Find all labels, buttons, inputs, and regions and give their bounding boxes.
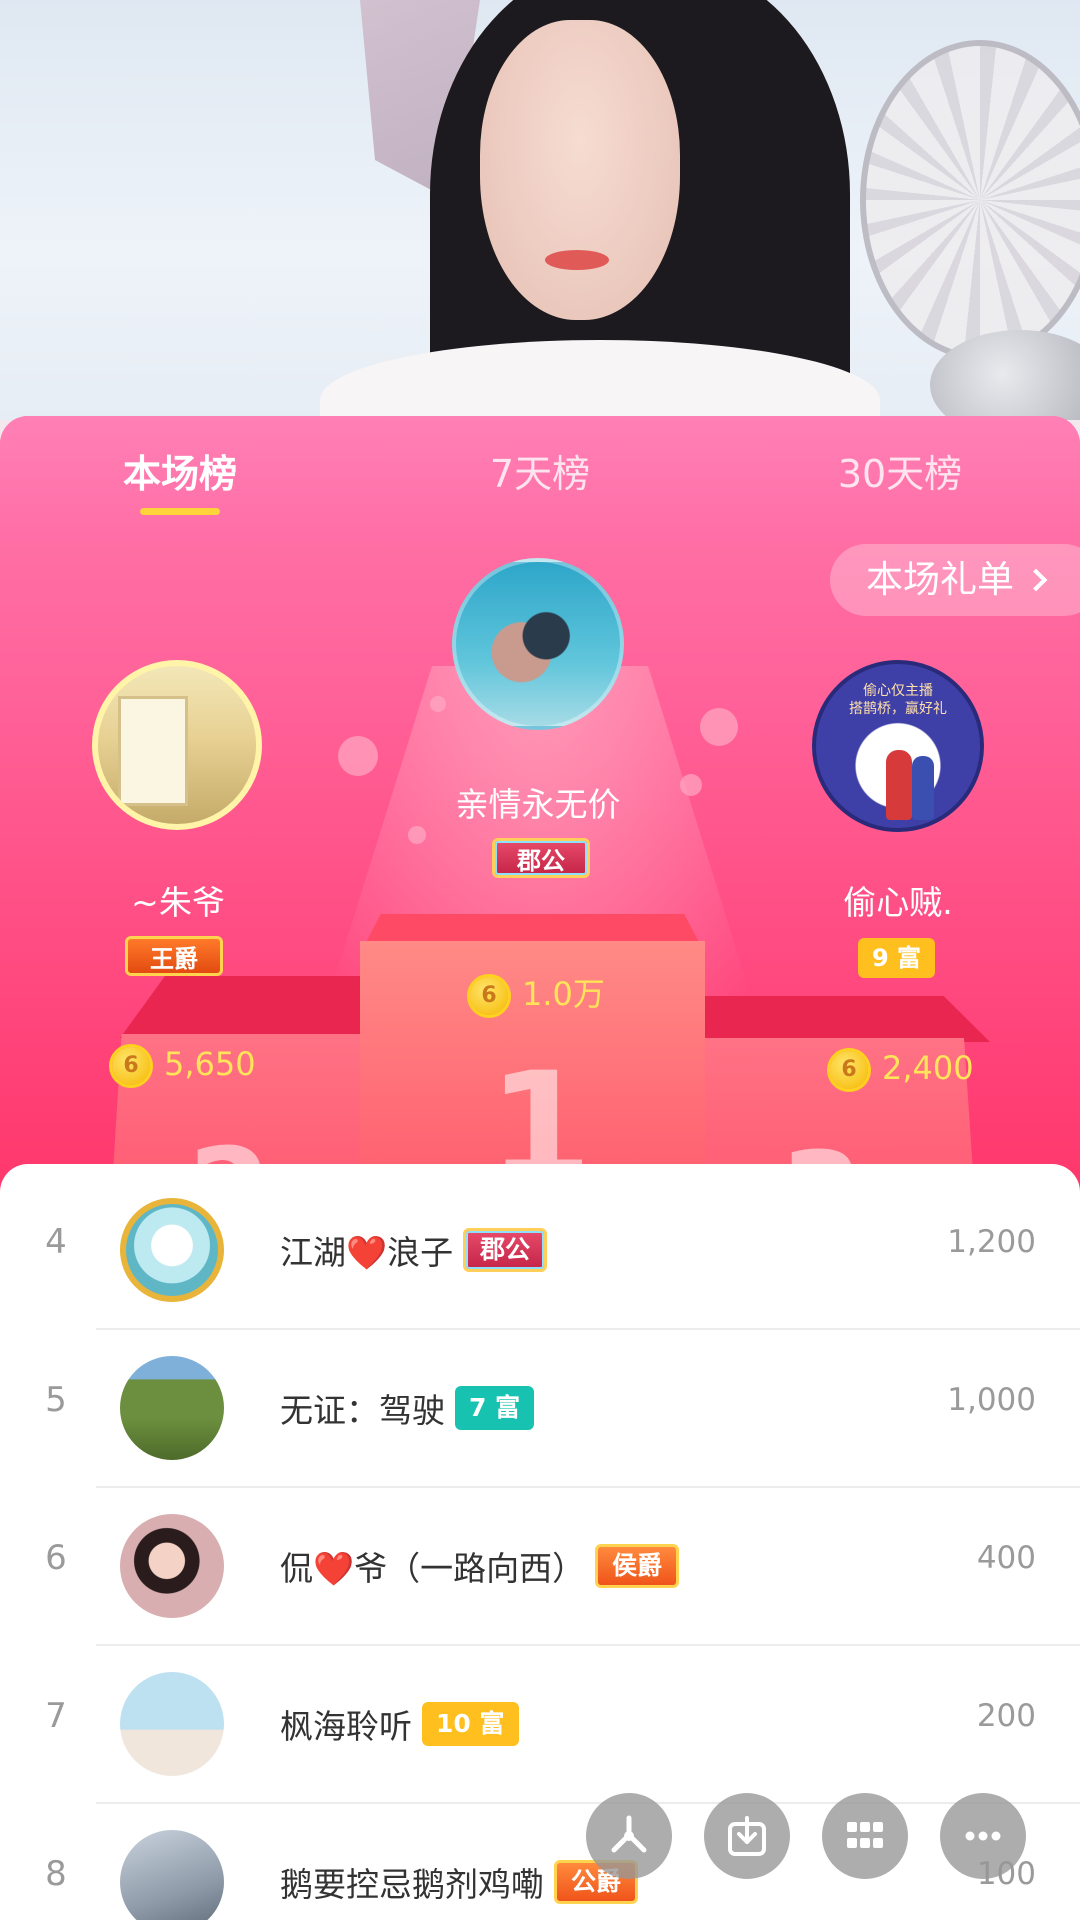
chevron-right-icon [1024, 568, 1048, 592]
grid-icon [847, 1822, 883, 1848]
name-group: 无证：驾驶 7 富 [280, 1380, 535, 1436]
name-group: 侃❤️爷（一路向西） 侯爵 [280, 1538, 680, 1594]
top2-avatar[interactable] [92, 660, 262, 830]
streamer-lips [545, 250, 609, 270]
tab-this-session[interactable]: 本场榜 [90, 444, 270, 504]
top3-amount-value: 2,400 [882, 1049, 974, 1087]
user-name: 江湖❤️浪子 [280, 1233, 454, 1272]
live-video [0, 0, 1080, 420]
tab-30-days[interactable]: 30天榜 [810, 444, 990, 504]
avatar-figure [912, 756, 934, 820]
list-item[interactable]: 5 无证：驾驶 7 富 1,000 [0, 1330, 1080, 1488]
list-item[interactable]: 6 侃❤️爷（一路向西） 侯爵 400 [0, 1488, 1080, 1646]
coin-icon: 6 [830, 1051, 868, 1089]
streamer-face [480, 20, 680, 320]
list-item[interactable]: 8 鹅要控忌鹅剂鸡嘞 公爵 100 [0, 1804, 1080, 1920]
share-button[interactable] [586, 1793, 672, 1879]
decor-bubble [430, 696, 446, 712]
list-item[interactable]: 4 江湖❤️浪子 郡公 1,200 [0, 1172, 1080, 1330]
top2-name: ~朱爷 [131, 883, 225, 922]
top1-amount-value: 1.0万 [522, 975, 605, 1013]
title-badge: 郡公 [463, 1228, 548, 1272]
avatar-figure [886, 750, 912, 820]
top3-badge: 9 富 [858, 938, 936, 978]
tab-bar: 本场榜 7天榜 30天榜 [0, 416, 1080, 540]
title-badge: 侯爵 [595, 1544, 680, 1588]
ranking-list: 4 江湖❤️浪子 郡公 1,200 5 无证：驾驶 7 富 1,000 6 侃❤… [0, 1164, 1080, 1920]
avatar[interactable] [120, 1672, 224, 1776]
top3-name: 偷心贼. [843, 883, 953, 922]
top1-name: 亲情永无价 [455, 785, 621, 824]
top1-amount: 6 1.0万 [470, 972, 605, 1016]
top3-amount: 6 2,400 [830, 1046, 974, 1090]
coin-icon: 6 [112, 1047, 150, 1085]
user-name: 无证：驾驶 [280, 1391, 445, 1430]
download-button[interactable] [704, 1793, 790, 1879]
grid-button[interactable] [822, 1793, 908, 1879]
gift-list-label: 本场礼单 [866, 558, 1014, 601]
top1-avatar[interactable] [452, 558, 624, 730]
user-name: 鹅要控忌鹅剂鸡嘞 [280, 1865, 544, 1904]
score: 400 [976, 1540, 1036, 1576]
download-icon [728, 1816, 766, 1856]
avatar[interactable] [120, 1198, 224, 1302]
top2-badge: 王爵 [125, 936, 223, 976]
name-group: 鹅要控忌鹅剂鸡嘞 公爵 [280, 1854, 639, 1910]
rank-number: 6 [45, 1538, 67, 1578]
coin-icon: 6 [470, 977, 508, 1015]
avatar[interactable] [120, 1830, 224, 1920]
more-icon [965, 1831, 1001, 1841]
share-icon [611, 1815, 647, 1853]
name-group: 枫海聆听 10 富 [280, 1696, 519, 1752]
avatar[interactable] [120, 1514, 224, 1618]
wealth-badge: 10 富 [422, 1702, 519, 1746]
avatar[interactable] [120, 1356, 224, 1460]
rank-number: 7 [45, 1696, 67, 1736]
rank-number: 8 [45, 1854, 67, 1894]
decor-bubble [338, 736, 378, 776]
avatar-cabinet [118, 696, 188, 806]
score: 1,000 [947, 1382, 1036, 1418]
active-tab-indicator [140, 508, 220, 515]
podium-3-top [700, 996, 990, 1042]
fan [860, 40, 1080, 360]
gift-list-button[interactable]: 本场礼单 [830, 544, 1080, 616]
tab-7-days[interactable]: 7天榜 [450, 444, 630, 504]
name-group: 江湖❤️浪子 郡公 [280, 1222, 548, 1278]
list-item[interactable]: 7 枫海聆听 10 富 200 [0, 1646, 1080, 1804]
top2-amount-value: 5,650 [164, 1045, 256, 1083]
top3-avatar-text: 偷心仅主播 搭鹊桥，赢好礼 [849, 683, 947, 717]
top3-avatar[interactable]: 偷心仅主播 搭鹊桥，赢好礼 [812, 660, 984, 832]
decor-bubble [700, 708, 738, 746]
user-name: 侃❤️爷（一路向西） [280, 1549, 586, 1588]
top2-amount: 6 5,650 [112, 1042, 256, 1086]
user-name: 枫海聆听 [280, 1707, 412, 1746]
score: 200 [976, 1698, 1036, 1734]
rank-number: 4 [45, 1222, 67, 1262]
decor-bubble [408, 826, 426, 844]
wealth-badge: 7 富 [455, 1386, 535, 1430]
rank-number: 5 [45, 1380, 67, 1420]
score: 1,200 [947, 1224, 1036, 1260]
more-button[interactable] [940, 1793, 1026, 1879]
podium-2-top [120, 976, 370, 1038]
top1-badge: 郡公 [492, 838, 590, 878]
